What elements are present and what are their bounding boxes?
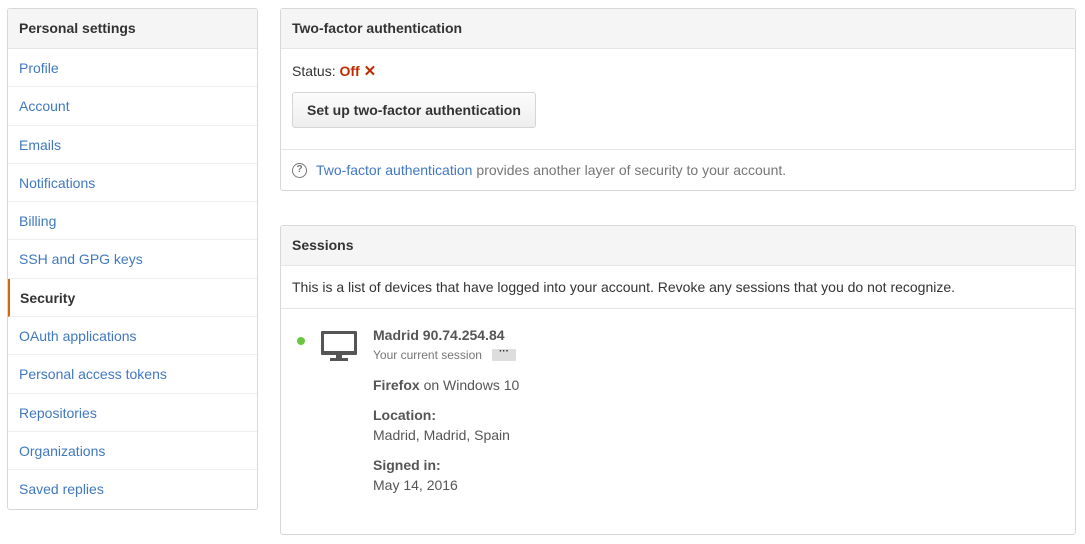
sidebar-header: Personal settings (8, 9, 257, 49)
status-label: Status: (292, 63, 336, 79)
sidebar-item-repositories[interactable]: Repositories (8, 394, 257, 432)
sessions-panel: Sessions This is a list of devices that … (280, 225, 1076, 535)
sidebar-item-profile[interactable]: Profile (8, 49, 257, 88)
sidebar-item-oauth-applications[interactable]: OAuth applications (8, 317, 257, 356)
session-more-button[interactable]: ··· (491, 346, 516, 361)
sidebar-item-notifications[interactable]: Notifications (8, 164, 257, 203)
session-signed-in-label: Signed in: (373, 457, 441, 473)
sidebar-item-organizations[interactable]: Organizations (8, 432, 257, 471)
status-line: Status: Off ✕ (292, 63, 1064, 80)
setup-two-factor-button[interactable]: Set up two-factor authentication (292, 92, 536, 128)
session-location: Madrid, Madrid, Spain (373, 427, 510, 443)
sidebar-item-ssh-gpg-keys[interactable]: SSH and GPG keys (8, 240, 257, 279)
current-session-label: Your current session (373, 347, 482, 362)
two-factor-note-text: provides another layer of security to yo… (476, 162, 787, 178)
session-browser: Firefox on Windows 10 (373, 377, 519, 393)
two-factor-help-link[interactable]: Two-factor authentication (316, 150, 472, 190)
session-os: on Windows 10 (423, 377, 520, 393)
session-signed-in: May 14, 2016 (373, 477, 458, 493)
sidebar-item-billing[interactable]: Billing (8, 202, 257, 241)
sidebar-item-security[interactable]: Security (8, 278, 257, 318)
sessions-description: This is a list of devices that have logg… (281, 266, 1075, 309)
two-factor-body: Status: Off ✕ Set up two-factor authenti… (281, 49, 1075, 150)
session-browser-name: Firefox (373, 377, 420, 393)
session-location-label: Location: (373, 407, 436, 423)
session-item: Madrid 90.74.254.84 Your current session… (281, 309, 1075, 534)
session-details: Madrid 90.74.254.84 Your current session… (373, 327, 519, 493)
status-value: Off (339, 63, 360, 79)
sidebar-item-account[interactable]: Account (8, 87, 257, 126)
sidebar-item-saved-replies[interactable]: Saved replies (8, 470, 257, 508)
question-icon[interactable]: ? (292, 162, 307, 178)
desktop-icon (321, 331, 357, 361)
two-factor-title: Two-factor authentication (281, 9, 1075, 49)
sidebar-item-emails[interactable]: Emails (8, 126, 257, 164)
two-factor-panel: Two-factor authentication Status: Off ✕ … (280, 8, 1076, 191)
session-location-ip: Madrid 90.74.254.84 (373, 327, 505, 343)
two-factor-note: ? Two-factor authentication provides ano… (281, 150, 1075, 190)
close-icon: ✕ (363, 63, 377, 80)
current-session-row: Your current session ··· (373, 346, 519, 362)
active-session-dot (297, 337, 305, 345)
sidebar-item-personal-access-tokens[interactable]: Personal access tokens (8, 355, 257, 394)
sessions-title: Sessions (281, 226, 1075, 266)
settings-sidebar: Personal settings Profile Account Emails… (7, 8, 258, 510)
